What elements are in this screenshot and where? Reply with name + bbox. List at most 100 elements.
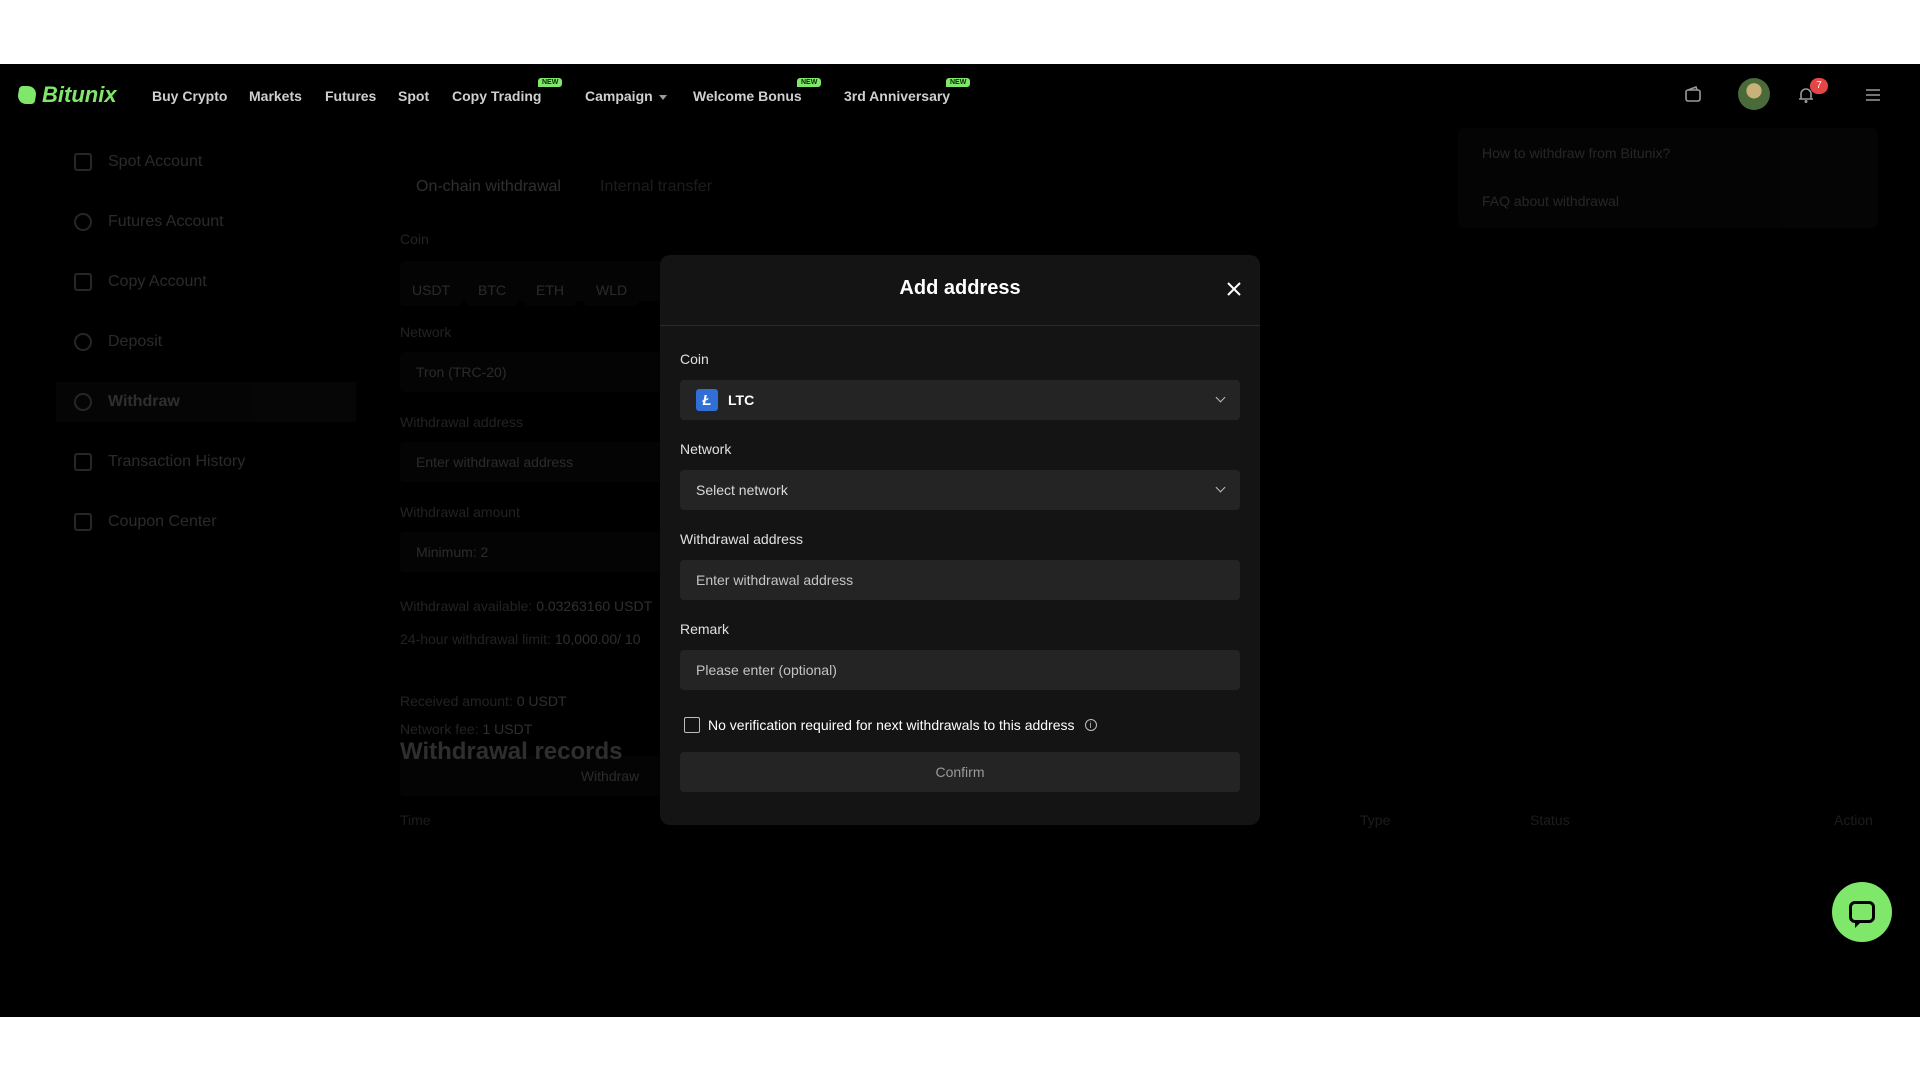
wallet-icon[interactable] xyxy=(1684,85,1702,109)
column-header-time: Time xyxy=(400,812,431,828)
sidebar-item-label: Spot Account xyxy=(108,153,203,170)
nav-futures[interactable]: Futures xyxy=(325,88,376,104)
nav-spot[interactable]: Spot xyxy=(398,88,429,104)
brand-name: Bitunix xyxy=(42,82,117,107)
address-field-container xyxy=(680,560,1240,600)
address-placeholder: Enter withdrawal address xyxy=(416,454,574,470)
column-header-action: Action xyxy=(1834,812,1873,828)
sidebar-item-deposit[interactable]: Deposit xyxy=(56,322,356,362)
nav-welcome-bonus[interactable]: Welcome Bonus xyxy=(693,88,802,104)
column-header-type: Type xyxy=(1360,812,1391,828)
records-title: Withdrawal records xyxy=(400,738,623,765)
confirm-button[interactable]: Confirm xyxy=(680,752,1240,792)
network-label: Network xyxy=(400,324,452,340)
tab-internal-transfer[interactable]: Internal transfer xyxy=(600,178,712,196)
chat-icon xyxy=(1849,901,1875,928)
help-link-how-to-withdraw[interactable]: How to withdraw from Bitunix? xyxy=(1482,145,1670,161)
new-badge: NEW xyxy=(946,78,971,87)
coin-chip[interactable]: BTC xyxy=(466,274,518,306)
futures-account-icon xyxy=(74,213,92,231)
sidebar-item-label: Futures Account xyxy=(108,213,224,230)
sidebar-item-coupon-center[interactable]: Coupon Center xyxy=(56,502,356,542)
chevron-down-icon xyxy=(1215,482,1226,493)
sidebar-item-label: Coupon Center xyxy=(108,513,217,530)
amount-placeholder: Minimum: 2 xyxy=(416,544,489,560)
close-icon[interactable] xyxy=(1220,275,1248,303)
limit-value: 10,000.00/ 10 xyxy=(554,631,641,647)
remark-input[interactable] xyxy=(696,662,1216,678)
network-value: Tron (TRC-20) xyxy=(416,364,507,380)
fee-label: Network fee: xyxy=(400,721,479,737)
new-badge: NEW xyxy=(797,78,822,87)
no-verification-label: No verification required for next withdr… xyxy=(708,717,1075,733)
available-row: Withdrawal available: 0.03263160 USDT xyxy=(400,598,652,614)
ltc-coin-icon: Ł xyxy=(696,389,718,411)
brand-logo[interactable]: Bitunix xyxy=(16,82,117,108)
network-value: Select network xyxy=(696,482,788,498)
help-card: How to withdraw from Bitunix? FAQ about … xyxy=(1458,128,1878,228)
received-label: Received amount: xyxy=(400,693,513,709)
remark-label: Remark xyxy=(680,621,730,637)
address-input[interactable] xyxy=(696,572,1216,588)
sidebar-item-futures-account[interactable]: Futures Account xyxy=(56,202,356,242)
brand-mark-icon xyxy=(16,86,38,104)
nav-anniversary[interactable]: 3rd Anniversary xyxy=(844,88,950,104)
available-value: 0.03263160 USDT xyxy=(536,598,653,614)
info-icon[interactable]: i xyxy=(1084,719,1097,731)
received-value: 0 USDT xyxy=(516,693,567,709)
tab-on-chain-withdrawal[interactable]: On-chain withdrawal xyxy=(416,178,561,196)
sidebar-item-label: Withdraw xyxy=(108,393,180,410)
add-address-modal: Add address Coin Ł LTC Network Select ne… xyxy=(660,255,1260,825)
remark-field-container xyxy=(680,650,1240,690)
notification-badge: 7 xyxy=(1810,78,1828,94)
sidebar-item-label: Transaction History xyxy=(108,453,246,470)
fee-value: 1 USDT xyxy=(482,721,533,737)
coin-select[interactable]: Ł LTC xyxy=(680,380,1240,420)
fee-row: Network fee: 1 USDT xyxy=(400,721,532,737)
network-label: Network xyxy=(680,441,732,457)
modal-divider xyxy=(660,325,1260,326)
sidebar-item-transaction-history[interactable]: Transaction History xyxy=(56,442,356,482)
chevron-down-icon xyxy=(658,94,667,100)
avatar[interactable] xyxy=(1738,78,1770,110)
coin-label: Coin xyxy=(400,231,429,247)
address-label: Withdrawal address xyxy=(400,414,523,430)
network-select[interactable]: Select network xyxy=(680,470,1240,510)
nav-markets[interactable]: Markets xyxy=(249,88,302,104)
received-row: Received amount: 0 USDT xyxy=(400,693,567,709)
sidebar-item-label: Copy Account xyxy=(108,273,207,290)
sidebar-item-label: Deposit xyxy=(108,333,163,350)
coin-chip[interactable]: USDT xyxy=(400,274,463,306)
history-icon xyxy=(74,453,92,471)
deposit-icon xyxy=(74,333,92,351)
withdraw-icon xyxy=(74,393,92,411)
new-badge: NEW xyxy=(538,78,563,87)
no-verification-row: No verification required for next withdr… xyxy=(684,717,1097,733)
nav-campaign-label: Campaign xyxy=(585,88,653,104)
no-verification-checkbox[interactable] xyxy=(684,717,700,733)
sidebar-item-spot-account[interactable]: Spot Account xyxy=(56,142,356,182)
coin-chip[interactable]: WLD xyxy=(584,274,640,306)
copy-account-icon xyxy=(74,273,92,291)
withdraw-button-label: Withdraw xyxy=(580,768,640,784)
nav-copy-trading[interactable]: Copy Trading xyxy=(452,88,541,104)
sidebar-item-withdraw[interactable]: Withdraw xyxy=(56,382,356,422)
sidebar-item-copy-account[interactable]: Copy Account xyxy=(56,262,356,302)
coin-chip[interactable]: ETH xyxy=(524,274,576,306)
limit-row: 24-hour withdrawal limit: 10,000.00/ 10 xyxy=(400,631,640,647)
limit-label: 24-hour withdrawal limit: xyxy=(400,631,551,647)
nav-buy-crypto[interactable]: Buy Crypto xyxy=(152,88,227,104)
menu-icon[interactable] xyxy=(1864,86,1882,109)
address-label: Withdrawal address xyxy=(680,531,803,547)
chevron-down-icon xyxy=(1215,392,1226,403)
help-link-faq[interactable]: FAQ about withdrawal xyxy=(1482,193,1619,209)
amount-label: Withdrawal amount xyxy=(400,504,520,520)
confirm-button-label: Confirm xyxy=(935,764,985,780)
column-header-status: Status xyxy=(1530,812,1570,828)
nav-campaign[interactable]: Campaign xyxy=(585,88,667,104)
top-nav: Bitunix Buy Crypto Markets Futures Spot … xyxy=(0,64,1920,128)
app-screen: Bitunix Buy Crypto Markets Futures Spot … xyxy=(0,64,1920,1017)
coin-value: LTC xyxy=(728,392,755,408)
modal-title: Add address xyxy=(899,277,1021,299)
chat-support-button[interactable] xyxy=(1832,882,1892,942)
